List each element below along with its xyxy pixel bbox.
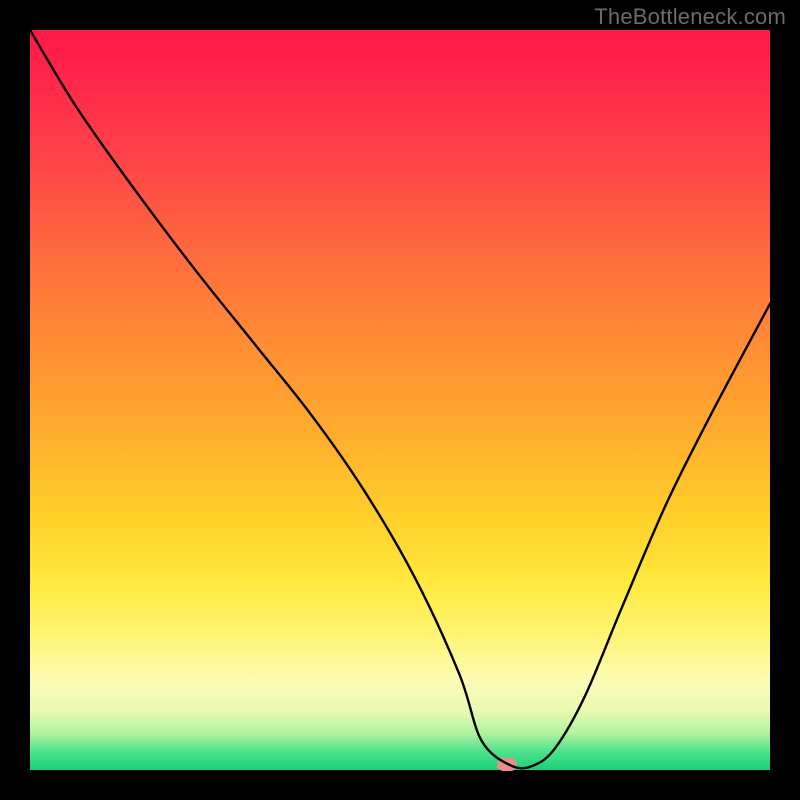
- bottleneck-curve: [30, 30, 770, 770]
- watermark-text: TheBottleneck.com: [594, 4, 786, 30]
- chart-frame: TheBottleneck.com: [0, 0, 800, 800]
- plot-area: [30, 30, 770, 770]
- bottleneck-curve-path: [30, 30, 770, 768]
